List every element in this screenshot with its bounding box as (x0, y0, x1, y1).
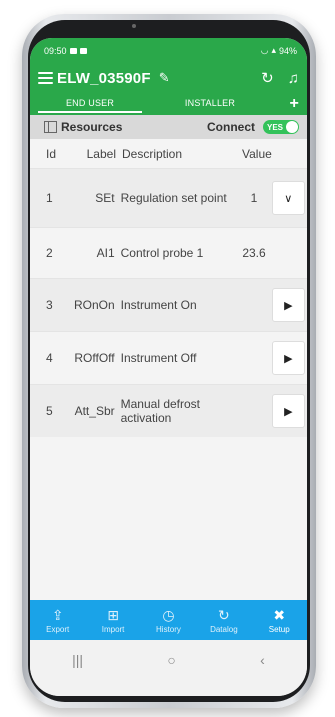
add-button[interactable]: + (270, 94, 307, 114)
play-icon[interactable]: ▶ (271, 288, 305, 322)
recents-icon[interactable]: ||| (72, 652, 83, 668)
table-row: 1 SEt Regulation set point 1 ∨ (30, 168, 307, 227)
refresh-icon[interactable]: ↻ (261, 69, 274, 87)
nav-import[interactable]: ⊞ Import (89, 607, 137, 634)
history-icon: ◷ (162, 606, 175, 623)
row-label: Att_Sbr (74, 404, 115, 418)
notification-icon (79, 47, 87, 54)
setup-icon: ✖ (273, 606, 286, 623)
nav-label: Import (101, 624, 125, 634)
system-navigation: ||| ○ ‹ (30, 640, 307, 696)
row-id: 1 (46, 191, 53, 205)
connect-toggle[interactable]: YES (263, 120, 299, 134)
row-id: 3 (46, 298, 53, 312)
row-id: 2 (46, 246, 53, 260)
export-icon: ⇪ (51, 606, 64, 623)
app-screen: 09:50 ◡ ▴ 94% ELW_03590F ✎ ↻ ♫ END USER … (30, 38, 307, 696)
row-label: SEt (95, 191, 115, 205)
tab-installer[interactable]: INSTALLER (150, 93, 270, 115)
notification-icon (69, 47, 77, 54)
tab-bar: END USER INSTALLER + (30, 93, 307, 115)
resources-label: Resources (61, 120, 123, 134)
row-description: Control probe 1 (120, 246, 204, 260)
nav-label: Export (46, 624, 70, 634)
chevron-down-icon[interactable]: ∨ (271, 181, 305, 215)
table-row: 4 ROffOff Instrument Off ▶ (30, 331, 307, 384)
bottom-navigation: ⇪ Export ⊞ Import ◷ History ↻ Datalog ✖ … (30, 600, 307, 640)
row-value: 1 (250, 191, 258, 205)
header-value: Value (242, 146, 272, 161)
row-label: AI1 (96, 246, 115, 260)
app-bar: ELW_03590F ✎ ↻ ♫ (30, 63, 307, 93)
row-label: ROffOff (74, 351, 115, 365)
device-title: ELW_03590F (57, 69, 151, 87)
row-id: 4 (46, 351, 53, 365)
nav-datalog[interactable]: ↻ Datalog (200, 607, 248, 634)
datalog-icon: ↻ (217, 606, 230, 623)
row-description: Regulation set point (120, 191, 227, 205)
wifi-icon: ◡ (260, 45, 269, 55)
header-id: Id (46, 146, 57, 161)
tab-end-user[interactable]: END USER (30, 93, 150, 115)
connect-label: Connect (207, 120, 255, 134)
row-id: 5 (46, 404, 53, 418)
header-description: Description (122, 146, 183, 161)
table-row: 3 ROnOn Instrument On ▶ (30, 278, 307, 331)
header-label: Label (86, 146, 116, 161)
row-description: Instrument On (120, 298, 197, 312)
menu-icon[interactable] (38, 72, 53, 84)
nav-history[interactable]: ◷ History (144, 607, 192, 634)
nav-export[interactable]: ⇪ Export (34, 607, 82, 634)
resources-bar: Resources Connect YES (30, 115, 307, 139)
nav-label: History (156, 624, 181, 634)
table-row: 2 AI1 Control probe 1 23.6 (30, 227, 307, 278)
nav-setup[interactable]: ✖ Setup (255, 607, 303, 634)
resources-icon (44, 121, 57, 133)
nav-label: Datalog (210, 624, 238, 634)
pencil-icon[interactable]: ✎ (159, 70, 170, 86)
play-icon[interactable]: ▶ (271, 341, 305, 375)
row-label: ROnOn (73, 298, 115, 312)
table-row: 5 Att_Sbr Manual defrost activation ▶ (30, 384, 307, 437)
home-icon[interactable]: ○ (167, 652, 175, 668)
back-icon[interactable]: ‹ (260, 652, 265, 668)
signal-icon: ▴ (271, 45, 276, 55)
battery-level: 94% (278, 45, 297, 56)
toggle-knob (286, 121, 298, 133)
nav-label: Setup (268, 624, 290, 634)
row-action-empty (272, 236, 305, 270)
import-icon: ⊞ (107, 606, 119, 623)
toggle-label: YES (267, 122, 284, 132)
parameter-list: 1 SEt Regulation set point 1 ∨ 2 AI1 Con… (30, 168, 307, 437)
row-description: Manual defrost activation (120, 397, 201, 425)
row-value: 23.6 (242, 246, 266, 260)
status-time: 09:50 (44, 45, 67, 56)
bell-icon[interactable]: ♫ (288, 70, 299, 87)
table-header: Id Label Description Value (30, 139, 307, 168)
camera-dot (132, 24, 136, 28)
status-bar: 09:50 ◡ ▴ 94% (30, 38, 307, 63)
play-icon[interactable]: ▶ (271, 394, 305, 428)
row-description: Instrument Off (120, 351, 197, 365)
